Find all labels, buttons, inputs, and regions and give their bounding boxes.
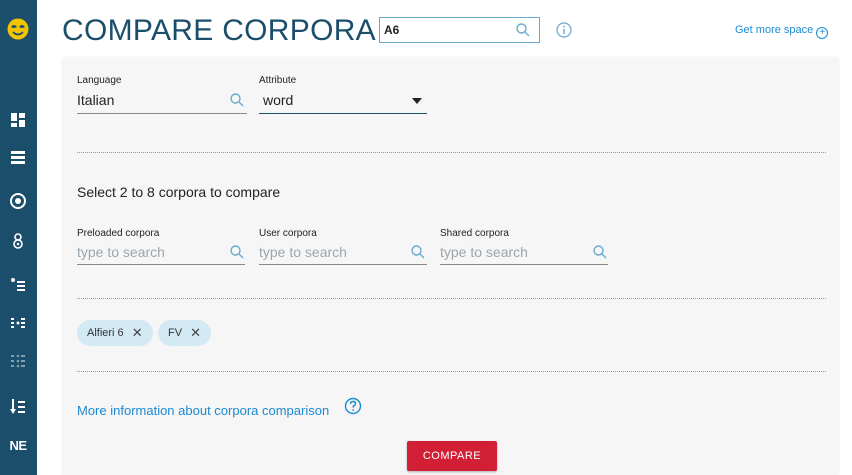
divider	[77, 152, 826, 153]
shared-underline	[440, 264, 608, 265]
concordance-icon[interactable]	[6, 229, 30, 253]
search-icon[interactable]	[229, 244, 245, 260]
user-underline	[259, 264, 427, 265]
compare-button[interactable]: COMPARE	[407, 441, 497, 471]
search-icon[interactable]	[592, 244, 608, 260]
dots-grid-icon[interactable]	[6, 349, 30, 373]
ne-icon[interactable]: NE	[6, 433, 30, 457]
compare-panel: Language Italian Attribute word Select 2…	[63, 57, 838, 475]
get-more-space-link[interactable]: Get more space +	[735, 24, 829, 39]
chevron-down-icon[interactable]	[412, 98, 422, 104]
corpus-search[interactable]	[379, 17, 540, 43]
divider	[77, 298, 826, 299]
shared-corpora-input[interactable]: type to search	[440, 244, 528, 260]
user-corpora-label: User corpora	[259, 228, 317, 239]
more-info-link[interactable]: More information about corpora compariso…	[77, 403, 329, 418]
close-icon[interactable]: ✕	[190, 325, 201, 341]
sort-down-icon[interactable]	[6, 395, 30, 419]
attribute-value[interactable]: word	[263, 92, 293, 108]
divider	[77, 371, 826, 372]
info-icon[interactable]	[556, 22, 572, 38]
dots-list-icon[interactable]	[6, 311, 30, 335]
search-icon[interactable]	[515, 22, 531, 38]
user-corpora-input[interactable]: type to search	[259, 244, 347, 260]
help-icon[interactable]	[344, 397, 362, 415]
target-icon[interactable]	[6, 189, 30, 213]
search-icon[interactable]	[229, 92, 245, 108]
bullet-list-icon[interactable]	[6, 272, 30, 296]
attribute-label: Attribute	[259, 75, 297, 86]
language-value[interactable]: Italian	[77, 92, 114, 108]
language-label: Language	[77, 75, 122, 86]
get-more-space-label: Get more space	[735, 24, 814, 36]
preloaded-corpora-input[interactable]: type to search	[77, 244, 165, 260]
search-icon[interactable]	[410, 244, 426, 260]
shared-corpora-label: Shared corpora	[440, 228, 509, 239]
preloaded-corpora-label: Preloaded corpora	[77, 228, 160, 239]
dashboard-icon[interactable]	[6, 108, 30, 132]
plus-circle-icon: +	[816, 27, 829, 39]
chip-label: FV	[168, 327, 183, 339]
page-title: COMPARE CORPORA	[62, 14, 376, 47]
close-icon[interactable]: ✕	[132, 325, 143, 341]
preloaded-underline	[77, 264, 245, 265]
language-underline	[77, 113, 247, 114]
sketch-engine-logo[interactable]	[7, 18, 29, 40]
attribute-underline	[259, 113, 427, 114]
list-icon[interactable]	[6, 145, 30, 169]
sidebar: NE	[0, 0, 37, 475]
corpus-chip[interactable]: FV ✕	[158, 320, 211, 346]
corpus-search-input[interactable]	[384, 20, 514, 40]
select-corpora-heading: Select 2 to 8 corpora to compare	[77, 184, 281, 200]
chip-label: Alfieri 6	[87, 327, 124, 339]
corpus-chip[interactable]: Alfieri 6 ✕	[77, 320, 153, 346]
ne-label: NE	[9, 437, 27, 453]
